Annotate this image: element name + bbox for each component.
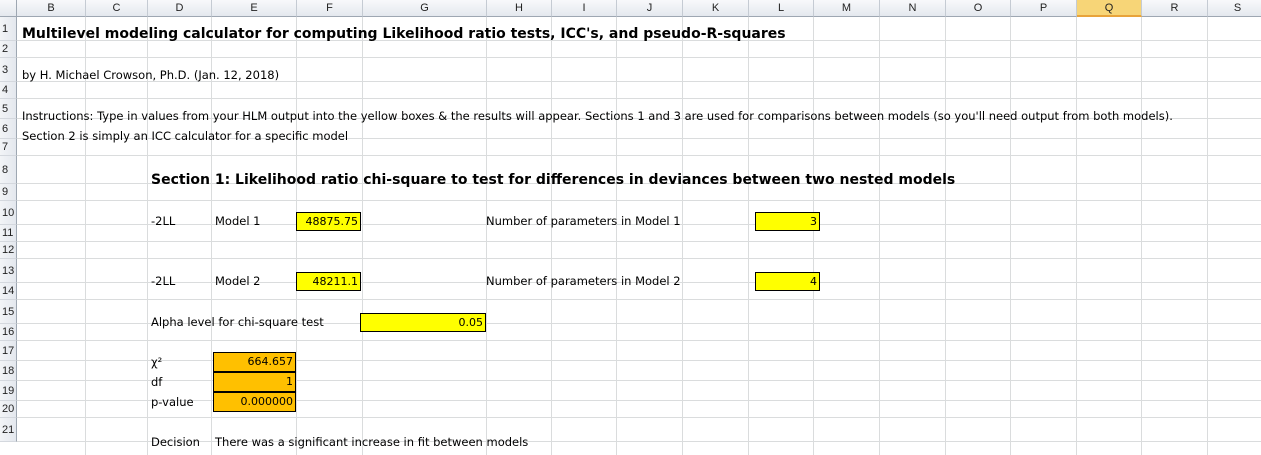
row-header-12[interactable]: 12 [0, 242, 17, 259]
column-header-p[interactable]: P [1011, 0, 1077, 17]
row-gridline [17, 380, 1261, 381]
select-all-corner[interactable] [0, 0, 17, 17]
row-header-18[interactable]: 18 [0, 361, 17, 381]
model2-params-input[interactable]: 4 [755, 272, 820, 291]
column-gridline [486, 17, 487, 455]
column-gridline [296, 17, 297, 455]
model1-params-input[interactable]: 3 [755, 212, 820, 231]
row-header-1[interactable]: 1 [0, 17, 17, 41]
column-header-e[interactable]: E [212, 0, 297, 17]
row-gridline [17, 340, 1261, 341]
df-value[interactable]: 1 [213, 372, 296, 392]
row-header-15[interactable]: 15 [0, 300, 17, 324]
model1-2ll-label[interactable]: -2LL [151, 211, 175, 231]
column-header-b[interactable]: B [17, 0, 86, 17]
column-gridline [362, 17, 363, 455]
row-header-11[interactable]: 11 [0, 225, 17, 242]
row-header-19[interactable]: 19 [0, 381, 17, 401]
row-gridline [17, 57, 1261, 58]
column-header-c[interactable]: C [86, 0, 148, 17]
column-gridline [1207, 17, 1208, 455]
row-header-16[interactable]: 16 [0, 324, 17, 341]
column-header-n[interactable]: N [880, 0, 946, 17]
row-gridline [17, 241, 1261, 242]
model2-2ll-label[interactable]: -2LL [151, 271, 175, 291]
instructions-line-2[interactable]: Section 2 is simply an ICC calculator fo… [22, 126, 348, 146]
row-header-5[interactable]: 5 [0, 99, 17, 119]
column-header-o[interactable]: O [946, 0, 1011, 17]
column-header-j[interactable]: J [617, 0, 683, 17]
model1-label[interactable]: Model 1 [215, 211, 261, 231]
column-gridline [945, 17, 946, 455]
column-gridline [616, 17, 617, 455]
column-header-m[interactable]: M [814, 0, 880, 17]
row-header-21[interactable]: 21 [0, 418, 17, 442]
row-gridline [17, 98, 1261, 99]
column-header-k[interactable]: K [683, 0, 749, 17]
column-gridline [551, 17, 552, 455]
row-gridline [17, 400, 1261, 401]
alpha-input[interactable]: 0.05 [360, 313, 486, 332]
row-header-3[interactable]: 3 [0, 58, 17, 82]
column-gridline [682, 17, 683, 455]
row-header-2[interactable]: 2 [0, 41, 17, 58]
column-gridline [1010, 17, 1011, 455]
model2-label[interactable]: Model 2 [215, 271, 261, 291]
column-header-s[interactable]: S [1208, 0, 1261, 17]
section-1-heading[interactable]: Section 1: Likelihood ratio chi-square t… [151, 170, 955, 190]
row-gridline [17, 360, 1261, 361]
column-header-d[interactable]: D [148, 0, 212, 17]
decision-label[interactable]: Decision [151, 432, 200, 452]
instructions-line-1[interactable]: Instructions: Type in values from your H… [22, 106, 1173, 126]
row-header-9[interactable]: 9 [0, 184, 17, 201]
row-header-8[interactable]: 8 [0, 156, 17, 184]
author-line[interactable]: by H. Michael Crowson, Ph.D. (Jan. 12, 2… [22, 65, 279, 85]
row-header-20[interactable]: 20 [0, 401, 17, 418]
model2-deviance-input[interactable]: 48211.1 [296, 272, 361, 291]
column-gridline [1076, 17, 1077, 455]
spreadsheet: BCDEFGHIJKLMNOPQRS 1 2 3 4 5 6 7 8 9 10 11 12 13 14 15… [0, 0, 1261, 455]
column-gridline [813, 17, 814, 455]
row-gridline [17, 200, 1261, 201]
chi-square-label[interactable]: χ² [151, 352, 162, 372]
column-header-i[interactable]: I [552, 0, 617, 17]
df-label[interactable]: df [151, 372, 162, 392]
row-header-13[interactable]: 13 [0, 259, 17, 283]
row-gridline [17, 417, 1261, 418]
column-header-h[interactable]: H [487, 0, 552, 17]
row-gridline [17, 155, 1261, 156]
row-header-7[interactable]: 7 [0, 139, 17, 156]
p-value-label[interactable]: p-value [151, 392, 194, 412]
column-header-g[interactable]: G [363, 0, 487, 17]
row-gridline [17, 441, 1261, 442]
p-value-value[interactable]: 0.000000 [213, 392, 296, 412]
model1-deviance-input[interactable]: 48875.75 [296, 212, 361, 231]
sheet-title[interactable]: Multilevel modeling calculator for compu… [22, 24, 786, 44]
chi-square-value[interactable]: 664.657 [213, 352, 296, 372]
model1-params-label[interactable]: Number of parameters in Model 1 [486, 211, 681, 231]
column-gridline [748, 17, 749, 455]
row-header-17[interactable]: 17 [0, 341, 17, 361]
row-gridline [17, 299, 1261, 300]
model2-params-label[interactable]: Number of parameters in Model 2 [486, 271, 681, 291]
row-header-10[interactable]: 10 [0, 201, 17, 225]
column-header-l[interactable]: L [749, 0, 814, 17]
row-header-14[interactable]: 14 [0, 283, 17, 300]
column-header-r[interactable]: R [1142, 0, 1208, 17]
alpha-label[interactable]: Alpha level for chi-square test [151, 312, 324, 332]
column-gridline [1141, 17, 1142, 455]
row-header-6[interactable]: 6 [0, 119, 17, 139]
column-header-q[interactable]: Q [1077, 0, 1142, 17]
row-gridline [17, 258, 1261, 259]
column-gridline [879, 17, 880, 455]
decision-text[interactable]: There was a significant increase in fit … [215, 432, 528, 452]
column-header-f[interactable]: F [297, 0, 363, 17]
row-header-4[interactable]: 4 [0, 82, 17, 99]
